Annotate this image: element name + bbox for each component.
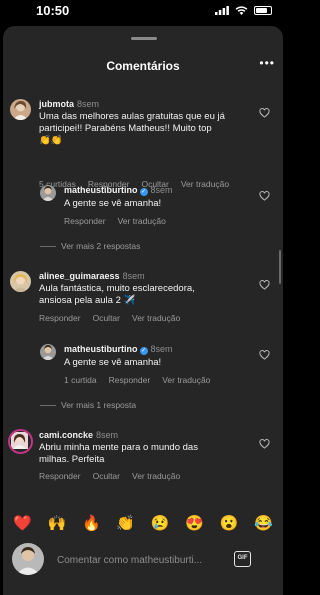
comment-username[interactable]: alinee_guimaraess [39,271,120,281]
emoji-fire-button[interactable]: 🔥 [82,514,101,532]
comments-sheet: Comentários ••• jubmota 8sem Uma das melh… [3,26,283,595]
comment-input[interactable] [57,552,227,568]
translate-button[interactable]: Ver tradução [132,313,180,323]
comment-username[interactable]: jubmota [39,99,74,109]
comment-text-line: Uma das melhores aulas gratuitas que eu … [39,111,225,122]
avatar[interactable] [8,429,33,454]
reply-time: 8sem [150,185,173,195]
comment-text: Aula fantástica, muito esclarecedora, an… [39,283,195,307]
reply-username[interactable]: matheustiburtino [64,344,138,354]
comment-header: jubmota 8sem [39,99,99,109]
verified-badge-icon: ✓ [139,347,148,355]
comment-text-line: milhas. Perfeita [39,454,105,465]
reply-actions: 1 curtida Responder Ver tradução [64,375,210,385]
battery-icon [254,6,272,15]
translate-button[interactable]: Ver tradução [162,375,210,385]
emoji-surprised-button[interactable]: 😮 [220,514,239,532]
comment-time: 8sem [96,430,119,440]
avatar [12,543,44,575]
verified-badge-icon: ✓ [139,188,148,196]
hide-button[interactable]: Ocultar [93,313,120,323]
divider-line [40,245,56,247]
avatar[interactable] [40,344,56,360]
comment-header: alinee_guimaraess 8sem [39,271,145,281]
like-heart-icon[interactable] [259,439,270,449]
emoji-raised-hands-button[interactable]: 🙌 [47,514,66,532]
reply-header: matheustiburtino ✓ 8sem [64,185,173,196]
view-more-replies-label: Ver mais 1 resposta [61,400,137,410]
likes-count-link[interactable]: 1 curtida [64,375,97,385]
comment-actions: Responder Ocultar Ver tradução [39,471,180,481]
translate-button[interactable]: Ver tradução [118,216,166,226]
emoji-laughing-button[interactable]: 😂 [254,514,273,532]
more-options-icon[interactable]: ••• [259,56,275,70]
emoji-reaction-bar: ❤️ 🙌 🔥 👏 😢 😍 😮 😂 [3,510,283,536]
emoji-clap-button[interactable]: 👏 [116,514,135,532]
reply-text: A gente se vê amanha! [64,357,162,368]
status-time: 10:50 [36,3,70,18]
comment-text-line: 👏👏 [39,135,63,146]
comment-actions: Responder Ocultar Ver tradução [39,313,180,323]
like-heart-icon[interactable] [259,350,270,360]
reply-button[interactable]: Responder [64,216,106,226]
comment-header: cami.concke 8sem [39,430,118,440]
like-heart-icon[interactable] [259,280,270,290]
avatar[interactable] [10,271,31,292]
gif-icon[interactable]: GIF [234,551,251,567]
comment-text: Uma das melhores aulas gratuitas que eu … [39,111,225,147]
reply-time: 8sem [150,344,173,354]
sheet-title: Comentários [106,59,180,73]
emoji-heart-eyes-button[interactable]: 😍 [185,514,204,532]
view-more-replies-button[interactable]: Ver mais 2 respostas [40,241,140,251]
status-icons [215,6,272,15]
emoji-crying-button[interactable]: 😢 [151,514,170,532]
comment-text-line: Aula fantástica, muito esclarecedora, [39,283,195,294]
comment-composer: GIF [3,540,283,588]
avatar[interactable] [10,99,31,120]
translate-button[interactable]: Ver tradução [132,471,180,481]
emoji-heart-button[interactable]: ❤️ [13,514,32,532]
reply-text: A gente se vê amanha! [64,198,162,209]
comment-text-line: ansiosa pela aula 2 ✈️ [39,295,136,306]
like-heart-icon[interactable] [259,191,270,201]
avatar[interactable] [40,185,56,201]
comment-text-line: participei!! Parabéns Matheus!! Muito to… [39,123,212,134]
comment-time: 8sem [122,271,145,281]
status-bar: 10:50 [0,0,286,26]
reply-button[interactable]: Responder [109,375,151,385]
comment-text-line: Abriu minha mente para o mundo das [39,442,198,453]
comment-username[interactable]: cami.concke [39,430,93,440]
reply-button[interactable]: Responder [39,471,81,481]
reply-username[interactable]: matheustiburtino [64,185,138,195]
divider-line [40,404,56,406]
reply-button[interactable]: Responder [39,313,81,323]
signal-icon [215,6,229,15]
translate-button[interactable]: Ver tradução [181,179,229,189]
scroll-indicator[interactable] [279,250,281,284]
reply-header: matheustiburtino ✓ 8sem [64,344,173,355]
view-more-replies-label: Ver mais 2 respostas [61,241,141,251]
comment-time: 8sem [77,99,100,109]
like-heart-icon[interactable] [259,108,270,118]
sheet-grabber[interactable] [131,37,157,40]
wifi-icon [235,6,248,15]
comment-text: Abriu minha mente para o mundo das milha… [39,442,198,466]
view-more-replies-button[interactable]: Ver mais 1 resposta [40,400,136,410]
reply-actions: Responder Ver tradução [64,216,166,226]
hide-button[interactable]: Ocultar [93,471,120,481]
